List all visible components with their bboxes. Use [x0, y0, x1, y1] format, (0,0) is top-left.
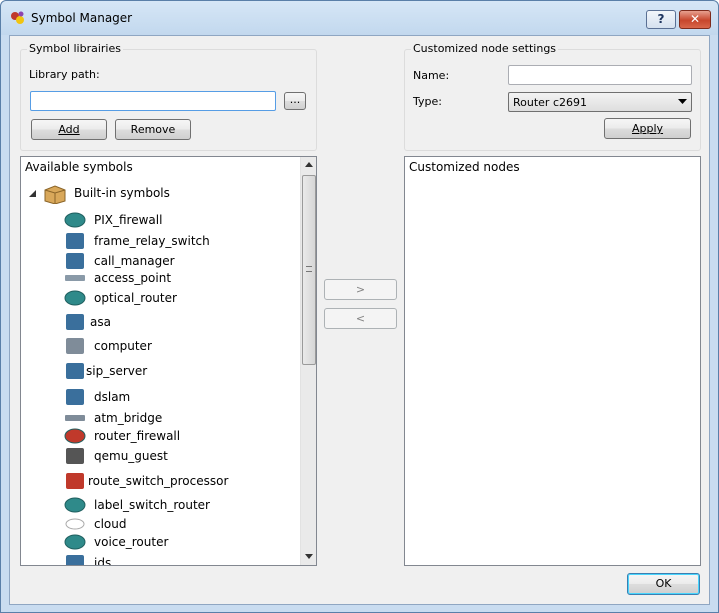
symbol-label: voice_router — [94, 535, 169, 549]
dslam-icon — [66, 389, 84, 405]
symbol-list-item[interactable]: ids — [21, 555, 299, 566]
symbol-label: atm_bridge — [94, 411, 163, 425]
symbol-label: router_firewall — [94, 429, 181, 443]
symbol-list-item[interactable]: cloud — [21, 516, 299, 534]
symbol-label: computer — [94, 339, 152, 353]
symbol-label: dslam — [94, 390, 131, 404]
frame-relay-switch-icon — [66, 233, 84, 249]
symbol-list-item[interactable]: route_switch_processor — [21, 473, 299, 491]
router-firewall-icon — [64, 428, 86, 444]
qemu-guest-icon — [66, 448, 84, 464]
symbol-label: cloud — [94, 517, 127, 531]
available-symbols-scrollbar[interactable] — [300, 157, 316, 565]
available-symbols-tree[interactable]: Available symbols Built-in symbols PIX_f… — [20, 156, 317, 566]
label-switch-router-icon — [64, 497, 86, 513]
call-manager-icon — [66, 253, 84, 269]
symbol-label: sip_server — [86, 364, 148, 378]
browse-button[interactable]: ... — [284, 92, 306, 110]
window-title: Symbol Manager — [31, 11, 133, 25]
type-label: Type: — [413, 95, 442, 108]
close-button[interactable]: ✕ — [679, 10, 711, 29]
firewall-icon — [64, 212, 86, 228]
symbol-label: frame_relay_switch — [94, 234, 210, 248]
symbol-list-item[interactable]: sip_server — [21, 363, 299, 381]
sip-server-icon — [66, 363, 84, 379]
customized-nodes-header: Customized nodes — [409, 160, 520, 174]
computer-icon — [66, 338, 84, 354]
remove-from-customized-button[interactable]: < — [324, 308, 397, 329]
dialog-body: Symbol librairies Library path: ... Add … — [9, 35, 710, 605]
symbol-label: call_manager — [94, 254, 175, 268]
symbol-libraries-title: Symbol librairies — [27, 42, 123, 55]
type-select[interactable]: Router c2691 — [508, 92, 692, 112]
chevron-down-icon — [678, 99, 687, 104]
symbol-list-item[interactable]: label_switch_router — [21, 497, 299, 515]
scrollbar-thumb[interactable] — [302, 175, 316, 365]
name-input[interactable] — [508, 65, 692, 85]
ok-button[interactable]: OK — [627, 573, 700, 595]
customized-nodes-list[interactable]: Customized nodes — [404, 156, 701, 566]
type-select-value: Router c2691 — [513, 96, 587, 109]
symbol-list-item[interactable]: voice_router — [21, 534, 299, 552]
name-label: Name: — [413, 69, 450, 82]
symbol-list-item[interactable]: computer — [21, 338, 299, 356]
symbol-label: access_point — [94, 271, 172, 285]
symbol-list-item[interactable]: atm_bridge — [21, 410, 299, 428]
add-to-customized-button[interactable]: > — [324, 279, 397, 300]
apply-label: Apply — [631, 122, 664, 135]
available-symbols-header: Available symbols — [25, 160, 133, 174]
symbol-label: PIX_firewall — [94, 213, 163, 227]
add-library-button[interactable]: Add — [31, 119, 107, 140]
symbol-list-item[interactable]: PIX_firewall — [21, 212, 299, 230]
library-path-input[interactable] — [30, 91, 276, 111]
apply-button[interactable]: Apply — [604, 118, 691, 139]
symbol-label: optical_router — [94, 291, 177, 305]
symbol-label: asa — [90, 315, 111, 329]
access-point-icon — [65, 275, 85, 281]
symbol-list-item[interactable]: asa — [21, 314, 299, 332]
cloud-icon — [65, 518, 85, 530]
symbol-label: label_switch_router — [94, 498, 210, 512]
expanded-triangle-icon — [29, 190, 36, 197]
voice-router-icon — [64, 534, 86, 550]
thumb-grip — [306, 266, 312, 272]
symbol-list-item[interactable]: qemu_guest — [21, 448, 299, 466]
library-path-label: Library path: — [29, 68, 100, 81]
remove-library-label: Remove — [130, 123, 176, 136]
atm-bridge-icon — [65, 415, 85, 421]
app-icon — [11, 11, 24, 24]
symbol-label: route_switch_processor — [88, 474, 229, 488]
add-library-label: Add — [58, 123, 80, 136]
scroll-down-arrow-icon[interactable] — [305, 554, 313, 559]
optical-router-icon — [64, 290, 86, 306]
tree-root-label: Built-in symbols — [74, 186, 170, 200]
box-icon — [44, 185, 66, 204]
symbol-manager-window: Symbol Manager ? ✕ Symbol librairies Lib… — [0, 0, 719, 613]
ids-icon — [66, 555, 84, 565]
symbol-label: ids — [94, 556, 112, 566]
customized-node-settings-title: Customized node settings — [411, 42, 559, 55]
symbol-list-item[interactable]: optical_router — [21, 290, 299, 308]
scroll-up-arrow-icon[interactable] — [305, 162, 313, 167]
symbol-label: qemu_guest — [94, 449, 168, 463]
title-bar[interactable]: Symbol Manager ? ✕ — [1, 1, 718, 35]
symbol-list-item[interactable]: frame_relay_switch — [21, 233, 299, 251]
route-switch-processor-icon — [66, 473, 84, 489]
symbol-list-item[interactable]: access_point — [21, 270, 299, 288]
help-button[interactable]: ? — [646, 10, 676, 29]
symbol-list-item[interactable]: dslam — [21, 389, 299, 407]
remove-library-button[interactable]: Remove — [115, 119, 191, 140]
asa-icon — [66, 314, 84, 330]
symbol-list-item[interactable]: router_firewall — [21, 428, 299, 446]
